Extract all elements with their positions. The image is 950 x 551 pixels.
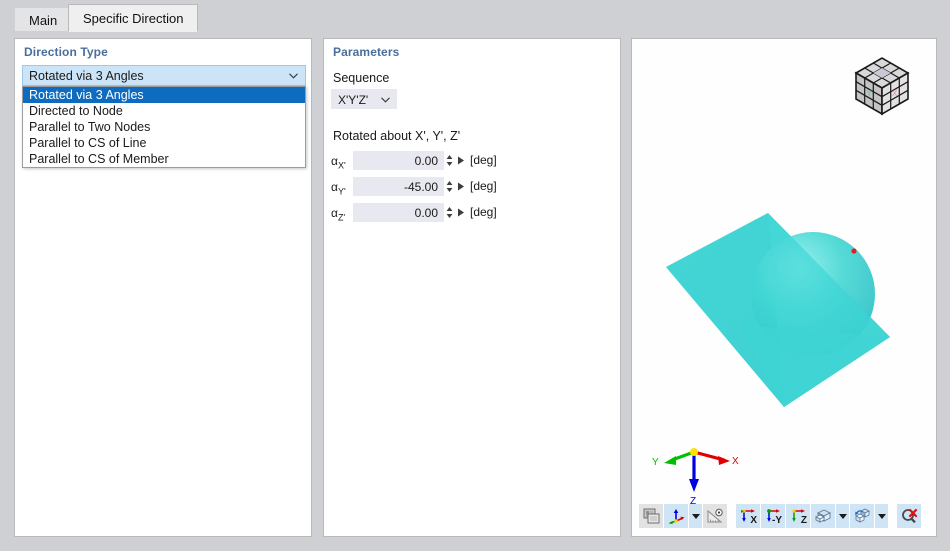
alpha-subscript: X' <box>337 160 346 171</box>
dropdown-option-parallel-to-two-nodes[interactable]: Parallel to Two Nodes <box>23 119 305 135</box>
viewport-canvas[interactable]: Y X X Y Z X -Y Z <box>632 39 936 536</box>
dropdown-option-rotated-via-3-angles[interactable]: Rotated via 3 Angles <box>23 87 305 103</box>
svg-text:Y: Y <box>867 89 873 98</box>
alpha-y-label: αY' <box>331 180 353 196</box>
alpha-x-input[interactable]: 0.00 <box>353 151 444 170</box>
tab-specific-direction[interactable]: Specific Direction <box>68 4 199 32</box>
view-in-x-label: X <box>750 515 757 526</box>
chevron-down-icon <box>381 97 390 103</box>
alpha-z-label: αZ' <box>331 206 353 222</box>
parameters-header: Parameters <box>333 45 400 59</box>
tab-strip: Main Specific Direction <box>0 0 950 32</box>
dropdown-option-parallel-to-cs-of-member[interactable]: Parallel to CS of Member <box>23 151 305 167</box>
view-in-z-button[interactable]: Z <box>786 504 810 528</box>
alpha-symbol: α <box>331 180 338 194</box>
alpha-z-unit: [deg] <box>470 205 497 219</box>
view-in-minus-y-button[interactable]: -Y <box>761 504 785 528</box>
rotated-about-label: Rotated about X', Y', Z' <box>333 129 461 143</box>
alpha-subscript: Z' <box>337 212 346 223</box>
direction-type-selected-value: Rotated via 3 Angles <box>29 69 144 83</box>
parameters-panel: Parameters Sequence X'Y'Z' Rotated about… <box>323 38 621 537</box>
window-footer <box>0 537 950 551</box>
toolbar-separator <box>889 504 897 528</box>
alpha-x-label: αX' <box>331 154 353 170</box>
dropdown-option-parallel-to-cs-of-line[interactable]: Parallel to CS of Line <box>23 135 305 151</box>
render-mode-dropdown-arrow[interactable] <box>836 504 849 528</box>
rotate-model-dropdown-arrow[interactable] <box>875 504 888 528</box>
svg-text:X: X <box>892 89 898 98</box>
tab-main[interactable]: Main <box>14 7 73 32</box>
apply-arrow-icon[interactable] <box>457 208 465 217</box>
model-geometry[interactable] <box>632 189 936 449</box>
reset-zoom-button[interactable] <box>897 504 921 528</box>
alpha-x-unit: [deg] <box>470 153 497 167</box>
rotate-model-button[interactable] <box>850 504 874 528</box>
view-in-z-label: Z <box>800 515 807 526</box>
spinner-up-down-icon[interactable] <box>444 152 455 169</box>
measure-button[interactable] <box>703 504 727 528</box>
content-area: Direction Type Rotated via 3 Angles Rota… <box>0 31 950 551</box>
chevron-down-icon <box>289 73 298 79</box>
dropdown-option-directed-to-node[interactable]: Directed to Node <box>23 103 305 119</box>
sequence-selected-value: X'Y'Z' <box>338 93 369 107</box>
viewport-panel[interactable]: Y X X Y Z X -Y Z <box>631 38 937 537</box>
sequence-combobox[interactable]: X'Y'Z' <box>331 89 397 109</box>
node-marker-icon <box>851 248 857 254</box>
view-in-x-button[interactable]: X <box>736 504 760 528</box>
toolbar-separator <box>728 504 736 528</box>
alpha-y-input[interactable]: -45.00 <box>353 177 444 196</box>
alpha-x-value: 0.00 <box>414 154 438 168</box>
spinner-up-down-icon[interactable] <box>444 204 455 221</box>
coordinate-system-dropdown-arrow[interactable] <box>689 504 702 528</box>
alpha-symbol: α <box>331 206 338 220</box>
direction-type-panel: Direction Type Rotated via 3 Angles Rota… <box>14 38 312 537</box>
apply-arrow-icon[interactable] <box>457 182 465 191</box>
alpha-y-value: -45.00 <box>403 180 438 194</box>
axis-tripod-icon: X Y Z <box>648 434 748 507</box>
alpha-symbol: α <box>331 154 338 168</box>
direction-type-combobox[interactable]: Rotated via 3 Angles <box>22 65 306 86</box>
view-in-minus-y-label: -Y <box>772 515 782 526</box>
alpha-subscript: Y' <box>337 186 346 197</box>
direction-type-dropdown-list[interactable]: Rotated via 3 Angles Directed to Node Pa… <box>22 86 306 168</box>
alpha-y-unit: [deg] <box>470 179 497 193</box>
direction-type-header: Direction Type <box>24 45 108 59</box>
apply-arrow-icon[interactable] <box>457 156 465 165</box>
viewport-toolbar: X -Y Z <box>639 503 922 529</box>
print-screen-button[interactable] <box>639 504 663 528</box>
axis-label-y: Y <box>652 457 659 468</box>
spinner-up-down-icon[interactable] <box>444 178 455 195</box>
render-mode-button[interactable] <box>811 504 835 528</box>
view-cube-icon[interactable]: Y X <box>846 53 918 123</box>
coordinate-system-button[interactable] <box>664 504 688 528</box>
alpha-z-value: 0.00 <box>414 206 438 220</box>
axis-label-x: X <box>732 456 739 467</box>
sequence-label: Sequence <box>333 71 390 85</box>
alpha-z-input[interactable]: 0.00 <box>353 203 444 222</box>
